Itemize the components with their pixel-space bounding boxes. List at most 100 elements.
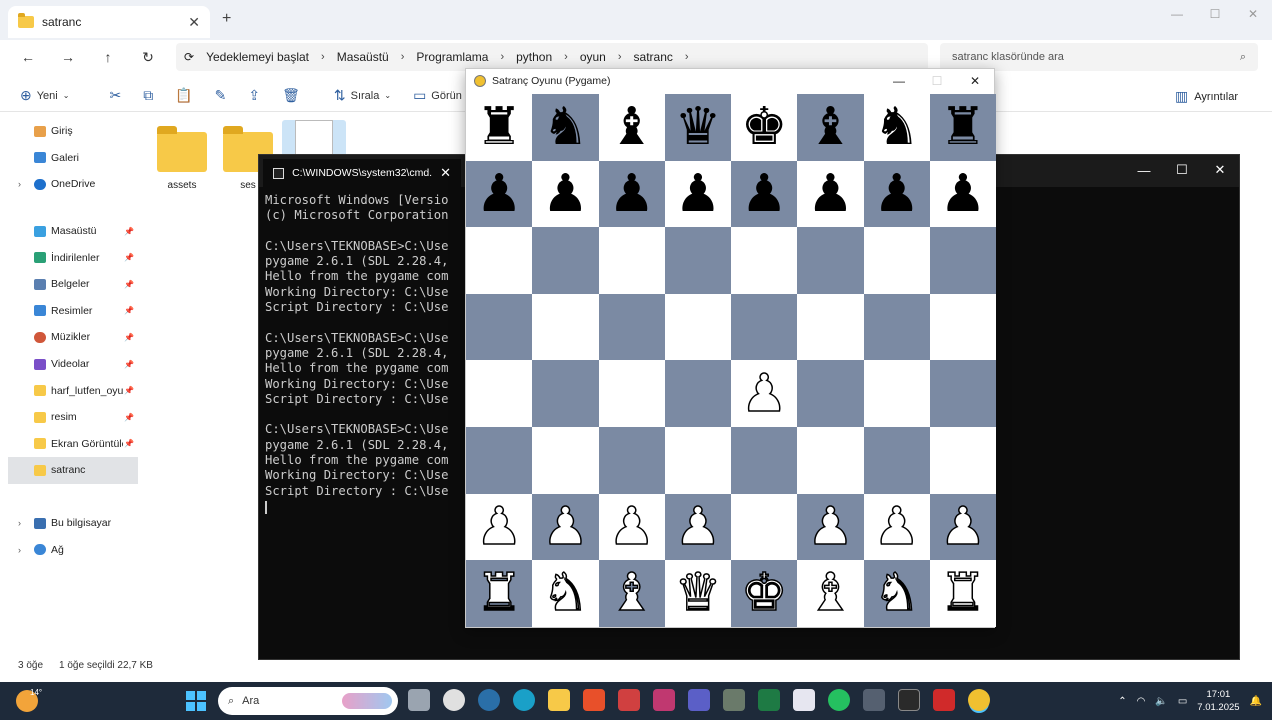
board-square[interactable] [731,493,798,561]
app-icon[interactable] [653,689,675,711]
paste-icon[interactable]: 📋 [175,87,192,104]
start-button[interactable] [186,691,206,711]
teams-icon[interactable] [688,689,710,711]
breadcrumb-item[interactable]: satranc [634,50,673,64]
board-square[interactable] [731,293,798,361]
board-square[interactable]: ♟ [929,160,996,228]
explorer-tab[interactable]: satranc ✕ [8,6,210,38]
white-knight-icon[interactable]: ♞ [873,567,921,621]
white-bishop-icon[interactable]: ♝ [806,567,854,621]
app-icon[interactable] [863,689,885,711]
close-tab-icon[interactable]: ✕ [188,14,200,31]
board-square[interactable]: ♟ [929,493,996,561]
board-square[interactable] [797,227,864,294]
board-square[interactable]: ♜ [929,94,996,161]
white-pawn-icon[interactable]: ♟ [806,500,854,554]
chevron-right-icon[interactable]: › [18,518,21,528]
terminal-icon[interactable] [898,689,920,711]
chevron-right-icon[interactable]: › [18,179,21,189]
cmd-tab[interactable]: C:\WINDOWS\system32\cmd. ✕ [263,159,461,187]
black-pawn-icon[interactable]: ♟ [476,168,523,220]
white-knight-icon[interactable]: ♞ [541,567,589,621]
search-input[interactable]: satranc klasöründe ara ⌕ [940,43,1258,71]
board-square[interactable] [466,426,533,494]
sidebar-item-desktop[interactable]: Masaüstü 📌 [8,218,138,245]
board-square[interactable]: ♟ [532,493,599,561]
chevron-right-icon[interactable]: › [18,545,21,555]
maximize-icon[interactable]: ☐ [1196,0,1234,28]
file-explorer-icon[interactable] [548,689,570,711]
notification-bell-icon[interactable]: 🔔 [1250,696,1262,707]
black-queen-icon[interactable]: ♛ [675,101,722,153]
board-square[interactable] [797,293,864,361]
sidebar-item-music[interactable]: Müzikler 📌 [8,324,138,351]
breadcrumb-item[interactable]: Masaüstü [337,50,389,64]
sidebar-item-gallery[interactable]: Galeri [8,145,138,172]
details-button[interactable]: ▥ Ayrıntılar [1175,88,1238,105]
volume-icon[interactable]: 🔈 [1155,696,1167,707]
board-square[interactable]: ♞ [532,560,599,627]
board-square[interactable]: ♝ [598,94,665,161]
sort-button[interactable]: ⇅ Sırala ⌄ [334,87,391,104]
white-rook-icon[interactable]: ♜ [939,567,987,621]
cut-icon[interactable]: ✂ [109,87,121,104]
board-square[interactable]: ♟ [598,160,665,228]
white-pawn-icon[interactable]: ♟ [674,500,722,554]
white-queen-icon[interactable]: ♛ [674,567,722,621]
close-icon[interactable]: ✕ [1234,0,1272,28]
board-square[interactable]: ♝ [598,560,665,627]
maximize-icon[interactable]: ☐ [1163,155,1201,185]
sidebar-item-this-pc[interactable]: › Bu bilgisayar [8,510,138,537]
black-pawn-icon[interactable]: ♟ [741,168,788,220]
board-square[interactable] [797,426,864,494]
copy-icon[interactable]: ⧉ [143,87,153,104]
white-pawn-icon[interactable]: ♟ [608,500,656,554]
pygame-icon[interactable] [968,689,990,711]
board-square[interactable] [664,227,731,294]
board-square[interactable] [797,360,864,427]
minimize-icon[interactable]: — [1158,0,1196,28]
black-rook-icon[interactable]: ♜ [476,101,523,153]
board-square[interactable] [598,426,665,494]
board-square[interactable] [598,293,665,361]
breadcrumb-item[interactable]: Programlama [416,50,488,64]
delete-icon[interactable]: 🗑 [282,87,300,104]
board-square[interactable] [863,227,930,294]
board-square[interactable]: ♞ [863,94,930,161]
board-square[interactable]: ♚ [731,560,798,627]
board-square[interactable]: ♟ [664,160,731,228]
close-icon[interactable]: ✕ [956,69,994,93]
white-bishop-icon[interactable]: ♝ [608,567,656,621]
forward-arrow-icon[interactable]: → [48,49,88,65]
board-square[interactable] [532,293,599,361]
white-pawn-icon[interactable]: ♟ [939,500,987,554]
board-square[interactable] [863,360,930,427]
notepad-icon[interactable] [793,689,815,711]
board-square[interactable]: ♚ [731,94,798,161]
board-square[interactable] [929,426,996,494]
taskbar-search-input[interactable]: ⌕ Ara [218,687,398,715]
steam-icon[interactable] [478,689,500,711]
chess-board[interactable]: ♜ ♞ ♝ ♛ ♚ ♝ ♞ ♜ ♟ ♟ ♟ ♟ ♟ ♟ ♟ ♟ ♟ ♟ ♟ ♟ ♟ ♟ ♟ ♟ ♜ ♞ ♝ ♛ ♚ ♝ ♞ ♜ [466,94,996,627]
new-tab-icon[interactable]: + [222,10,231,28]
sidebar-item-documents[interactable]: Belgeler 📌 [8,271,138,298]
board-square[interactable]: ♟ [797,493,864,561]
sidebar-item-home[interactable]: Giriş [8,118,138,145]
board-square[interactable]: ♟ [797,160,864,228]
white-rook-icon[interactable]: ♜ [475,567,523,621]
back-arrow-icon[interactable]: ← [8,49,48,65]
board-square[interactable]: ♝ [797,560,864,627]
close-tab-icon[interactable]: ✕ [440,165,451,181]
sidebar-item-screenshots[interactable]: Ekran Görüntüleri 📌 [8,431,138,458]
minimize-icon[interactable]: — [1125,155,1163,185]
board-square[interactable] [466,360,533,427]
black-knight-icon[interactable]: ♞ [873,101,920,153]
office-icon[interactable] [618,689,640,711]
board-square[interactable] [466,293,533,361]
app-icon[interactable] [723,689,745,711]
board-square[interactable] [731,426,798,494]
board-square[interactable]: ♜ [466,94,533,161]
board-square[interactable]: ♛ [664,560,731,627]
board-square[interactable] [929,360,996,427]
clock[interactable]: 17:01 7.01.2025 [1197,688,1239,714]
